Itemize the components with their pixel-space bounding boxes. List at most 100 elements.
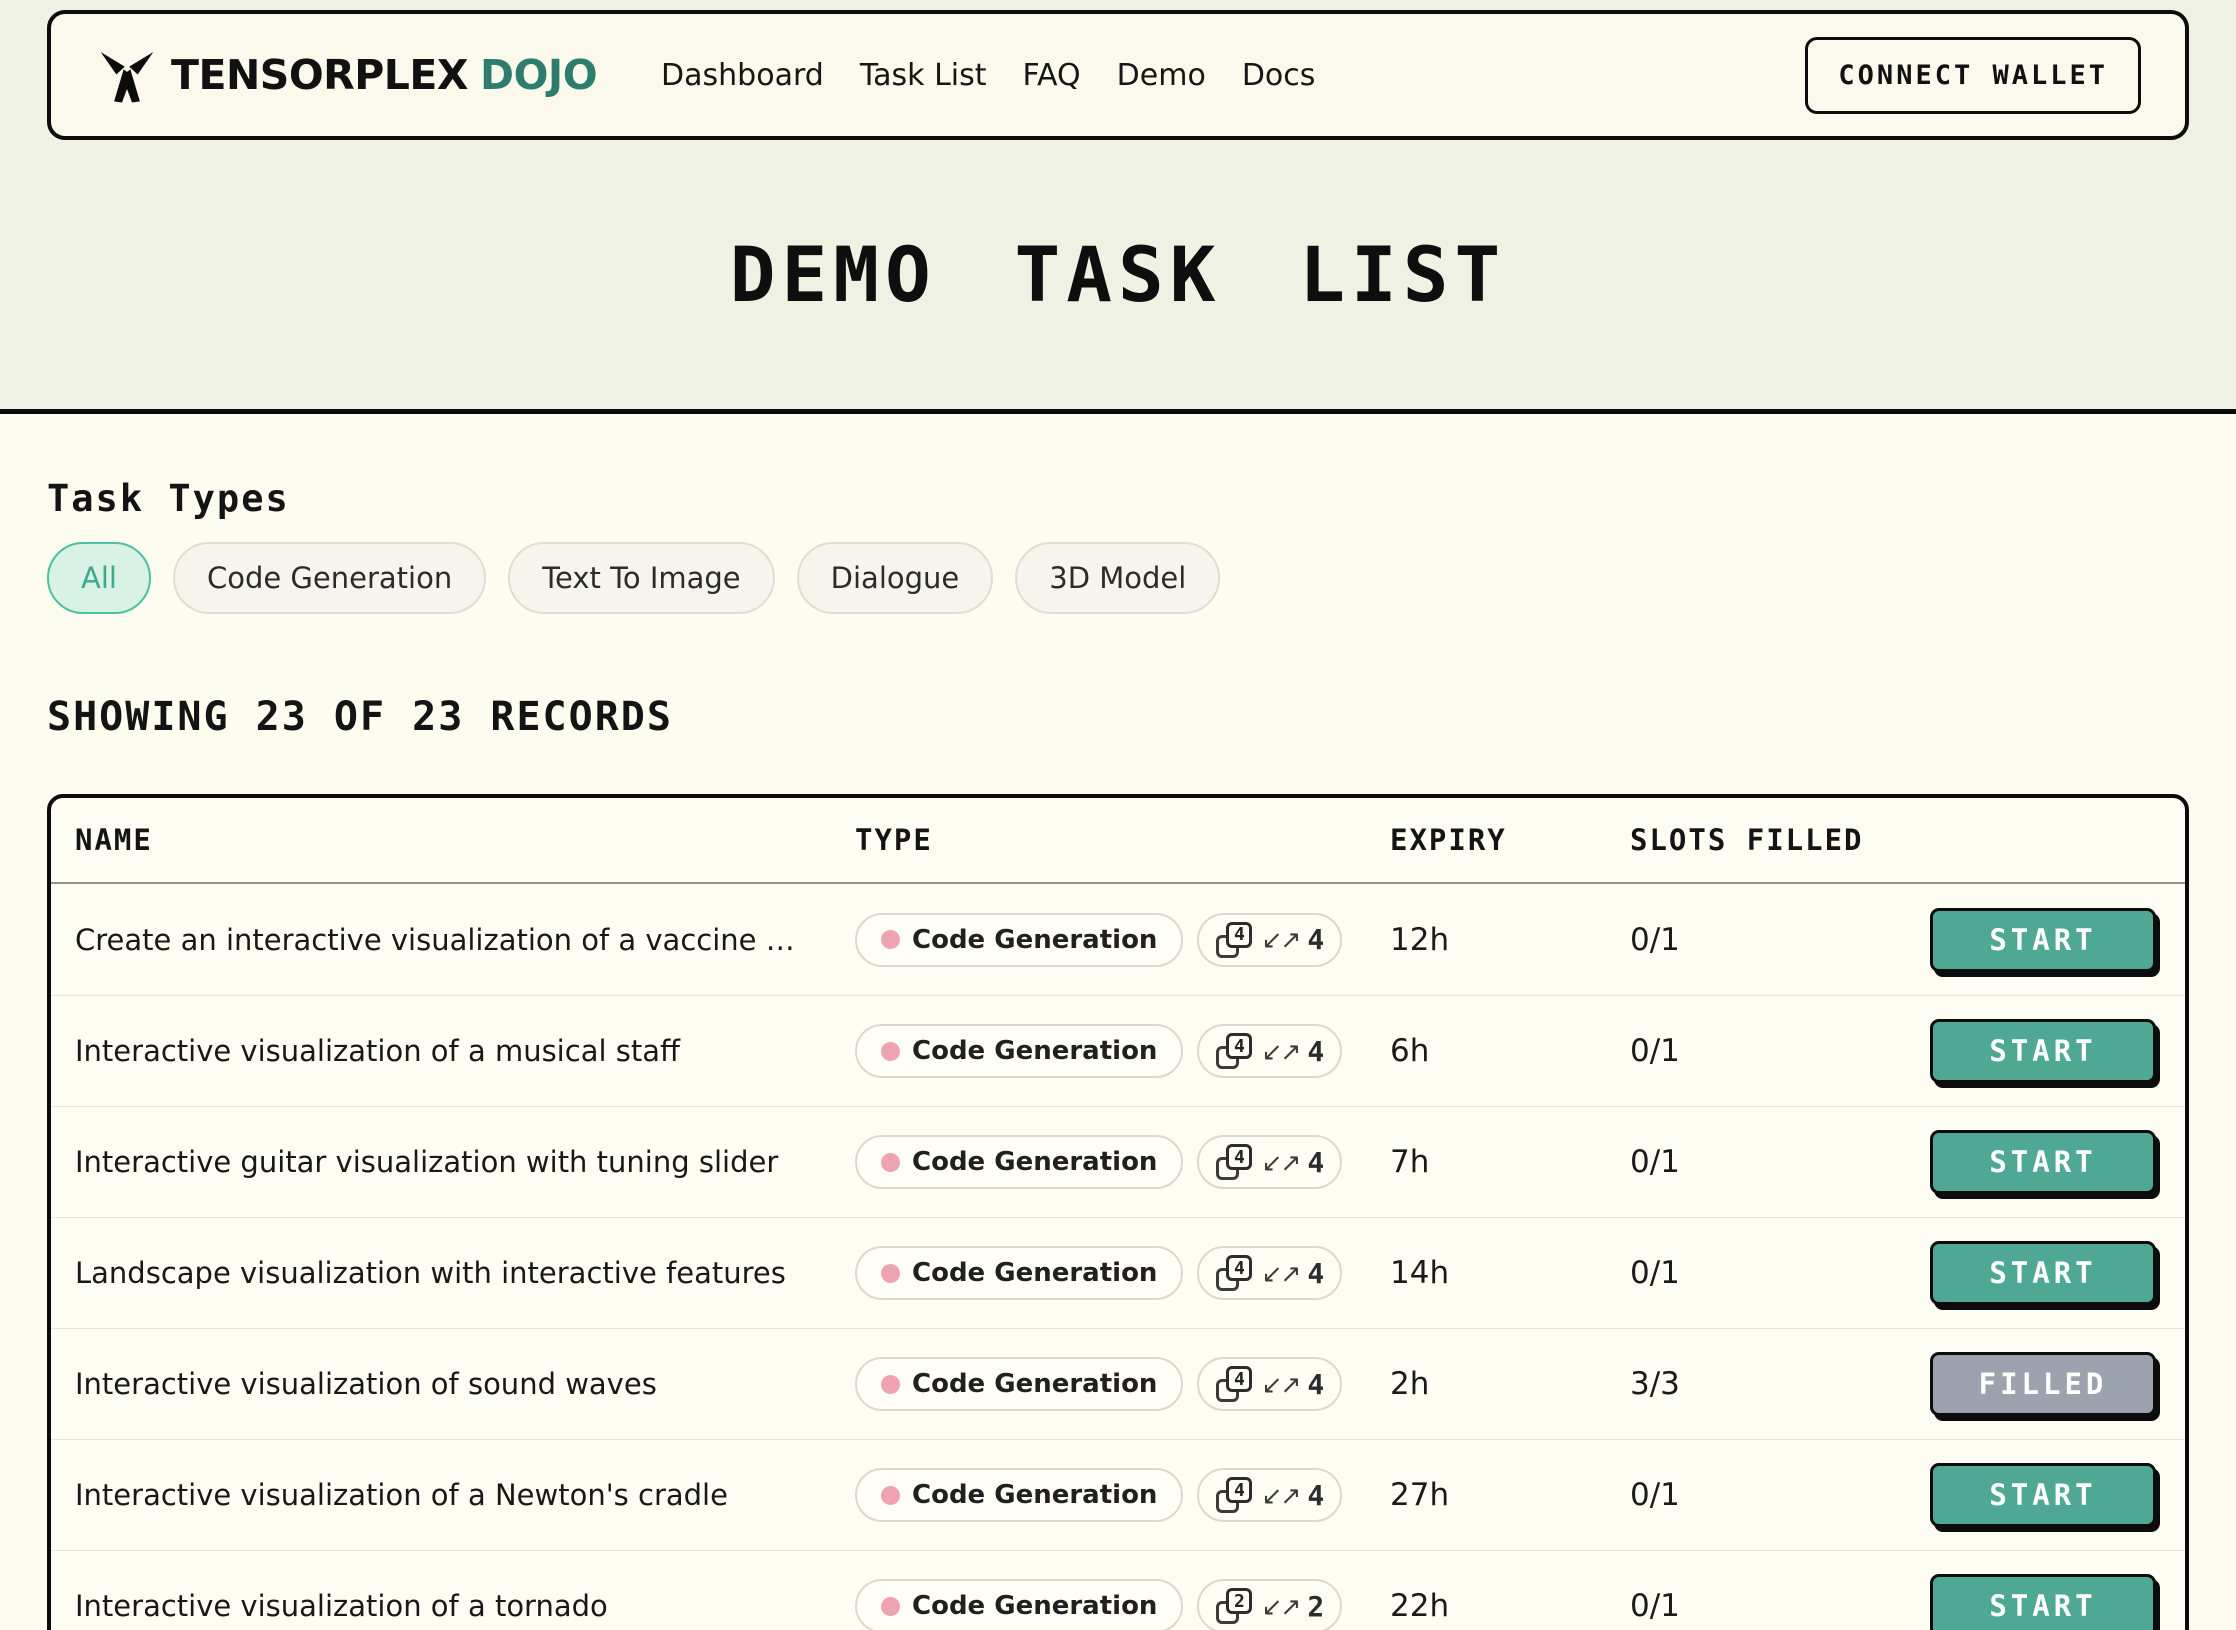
table-row: Landscape visualization with interactive… bbox=[51, 1217, 2185, 1328]
task-name: Interactive visualization of a musical s… bbox=[75, 1034, 680, 1068]
copies-count: 4 bbox=[1226, 921, 1253, 948]
type-badge: Code Generation bbox=[855, 1246, 1184, 1300]
task-type-cell: Code Generation 4 ↙↗ 4 bbox=[855, 1135, 1390, 1189]
type-dot-icon bbox=[881, 1041, 900, 1061]
page-title: DEMO TASK LIST bbox=[729, 230, 1507, 319]
type-badge: Code Generation bbox=[855, 1357, 1184, 1411]
task-meta-pill: 4 ↙↗ 4 bbox=[1197, 1135, 1343, 1189]
table-body: Create an interactive visualization of a… bbox=[51, 884, 2185, 1630]
task-meta-pill: 4 ↙↗ 4 bbox=[1197, 1468, 1343, 1522]
type-label: Code Generation bbox=[912, 1369, 1158, 1399]
expiry-value: 14h bbox=[1390, 1255, 1450, 1291]
copies-count: 4 bbox=[1226, 1144, 1253, 1170]
table-row: Interactive visualization of a musical s… bbox=[51, 995, 2185, 1106]
start-button[interactable]: START bbox=[1930, 1574, 2156, 1630]
expiry-value: 12h bbox=[1390, 921, 1450, 958]
hero: DEMO TASK LIST bbox=[0, 140, 2236, 409]
type-dot-icon bbox=[881, 1374, 900, 1394]
brand[interactable]: TENSORPLEX DOJO bbox=[99, 47, 598, 103]
nav-item-dashboard[interactable]: Dashboard bbox=[661, 58, 824, 93]
type-label: Code Generation bbox=[912, 924, 1158, 955]
type-label: Code Generation bbox=[912, 1258, 1158, 1288]
main-nav: Dashboard Task List FAQ Demo Docs bbox=[661, 58, 1805, 93]
task-type-cell: Code Generation 4 ↙↗ 4 bbox=[855, 912, 1390, 967]
tensorplex-logo-icon bbox=[100, 52, 154, 103]
copies-icon: 4 bbox=[1215, 1476, 1253, 1514]
copies-count: 2 bbox=[1226, 1588, 1253, 1614]
filter-chip-dialogue[interactable]: Dialogue bbox=[796, 542, 994, 614]
column-header-expiry: EXPIRY bbox=[1390, 823, 1507, 857]
copies-icon: 4 bbox=[1215, 1254, 1253, 1292]
task-type-cell: Code Generation 4 ↙↗ 4 bbox=[855, 1357, 1390, 1411]
nav-item-faq[interactable]: FAQ bbox=[1023, 58, 1081, 93]
slots-value: 3/3 bbox=[1630, 1366, 1680, 1402]
brand-primary-text: TENSORPLEX bbox=[171, 51, 469, 99]
copies-count: 4 bbox=[1226, 1366, 1253, 1392]
task-name: Create an interactive visualization of a… bbox=[75, 922, 795, 957]
type-dot-icon bbox=[881, 1263, 900, 1283]
type-badge: Code Generation bbox=[855, 1579, 1184, 1630]
filter-chip-all[interactable]: All bbox=[47, 542, 151, 614]
exchange-arrows-icon: ↙↗ bbox=[1261, 1036, 1301, 1066]
exchange-count: 4 bbox=[1307, 1478, 1325, 1512]
exchange-count: 4 bbox=[1307, 1256, 1325, 1290]
task-types-heading: Task Types bbox=[47, 477, 290, 520]
task-meta-pill: 4 ↙↗ 4 bbox=[1197, 912, 1343, 967]
copies-icon: 2 bbox=[1215, 1587, 1253, 1625]
type-label: Code Generation bbox=[912, 1591, 1158, 1621]
nav-item-docs[interactable]: Docs bbox=[1242, 58, 1316, 93]
type-dot-icon bbox=[881, 1485, 900, 1505]
type-badge: Code Generation bbox=[855, 912, 1184, 967]
copies-icon: 4 bbox=[1215, 921, 1253, 959]
copies-icon: 4 bbox=[1215, 1143, 1253, 1181]
copies-count: 4 bbox=[1226, 1477, 1253, 1503]
start-button[interactable]: START bbox=[1930, 907, 2156, 972]
task-type-cell: Code Generation 2 ↙↗ 2 bbox=[855, 1579, 1390, 1630]
exchange-arrows-icon: ↙↗ bbox=[1261, 1369, 1301, 1399]
expiry-value: 2h bbox=[1390, 1366, 1430, 1402]
connect-wallet-button[interactable]: CONNECT WALLET bbox=[1805, 36, 2141, 114]
table-row: Interactive visualization of a tornado C… bbox=[51, 1550, 2185, 1630]
filter-chip-3d-model[interactable]: 3D Model bbox=[1015, 542, 1221, 614]
type-badge: Code Generation bbox=[855, 1468, 1184, 1522]
exchange-arrows-icon: ↙↗ bbox=[1261, 1147, 1301, 1177]
type-badge: Code Generation bbox=[855, 1024, 1184, 1078]
task-name: Landscape visualization with interactive… bbox=[75, 1256, 786, 1290]
type-label: Code Generation bbox=[912, 1036, 1158, 1066]
column-header-slots: SLOTS FILLED bbox=[1630, 823, 1864, 857]
copies-count: 4 bbox=[1226, 1033, 1253, 1059]
exchange-count: 4 bbox=[1307, 923, 1325, 956]
expiry-value: 22h bbox=[1390, 1588, 1450, 1624]
table-row: Create an interactive visualization of a… bbox=[51, 884, 2185, 995]
filter-chip-code-generation[interactable]: Code Generation bbox=[172, 542, 487, 614]
content: Task Types All Code Generation Text To Ima… bbox=[0, 476, 2236, 1630]
filter-chip-text-to-image[interactable]: Text To Image bbox=[508, 542, 775, 614]
nav-item-task-list[interactable]: Task List bbox=[860, 58, 987, 93]
task-meta-pill: 2 ↙↗ 2 bbox=[1197, 1579, 1343, 1630]
task-meta-pill: 4 ↙↗ 4 bbox=[1197, 1246, 1343, 1300]
copies-count: 4 bbox=[1226, 1255, 1253, 1281]
header: TENSORPLEX DOJO Dashboard Task List FAQ Dem… bbox=[47, 10, 2189, 140]
start-button[interactable]: START bbox=[1930, 1019, 2156, 1083]
task-table: NAME TYPE EXPIRY SLOTS FILLED Create an … bbox=[47, 794, 2189, 1630]
type-label: Code Generation bbox=[912, 1147, 1158, 1177]
task-meta-pill: 4 ↙↗ 4 bbox=[1197, 1024, 1343, 1078]
start-button[interactable]: START bbox=[1930, 1130, 2156, 1194]
start-button[interactable]: START bbox=[1930, 1463, 2156, 1527]
nav-item-demo[interactable]: Demo bbox=[1117, 58, 1206, 93]
exchange-arrows-icon: ↙↗ bbox=[1261, 1591, 1301, 1621]
expiry-value: 7h bbox=[1390, 1144, 1430, 1180]
slots-value: 0/1 bbox=[1630, 1588, 1680, 1624]
copies-icon: 4 bbox=[1215, 1365, 1253, 1403]
start-button[interactable]: START bbox=[1930, 1241, 2156, 1305]
slots-value: 0/1 bbox=[1630, 1477, 1680, 1513]
hero-zone: TENSORPLEX DOJO Dashboard Task List FAQ Dem… bbox=[0, 0, 2236, 409]
task-type-cell: Code Generation 4 ↙↗ 4 bbox=[855, 1468, 1390, 1522]
task-meta-pill: 4 ↙↗ 4 bbox=[1197, 1357, 1343, 1411]
type-dot-icon bbox=[881, 930, 900, 949]
column-header-name: NAME bbox=[75, 823, 153, 857]
task-name: Interactive visualization of a Newton's … bbox=[75, 1478, 728, 1512]
slots-value: 0/1 bbox=[1630, 1033, 1680, 1069]
exchange-arrows-icon: ↙↗ bbox=[1261, 1258, 1301, 1288]
exchange-count: 4 bbox=[1307, 1367, 1325, 1401]
